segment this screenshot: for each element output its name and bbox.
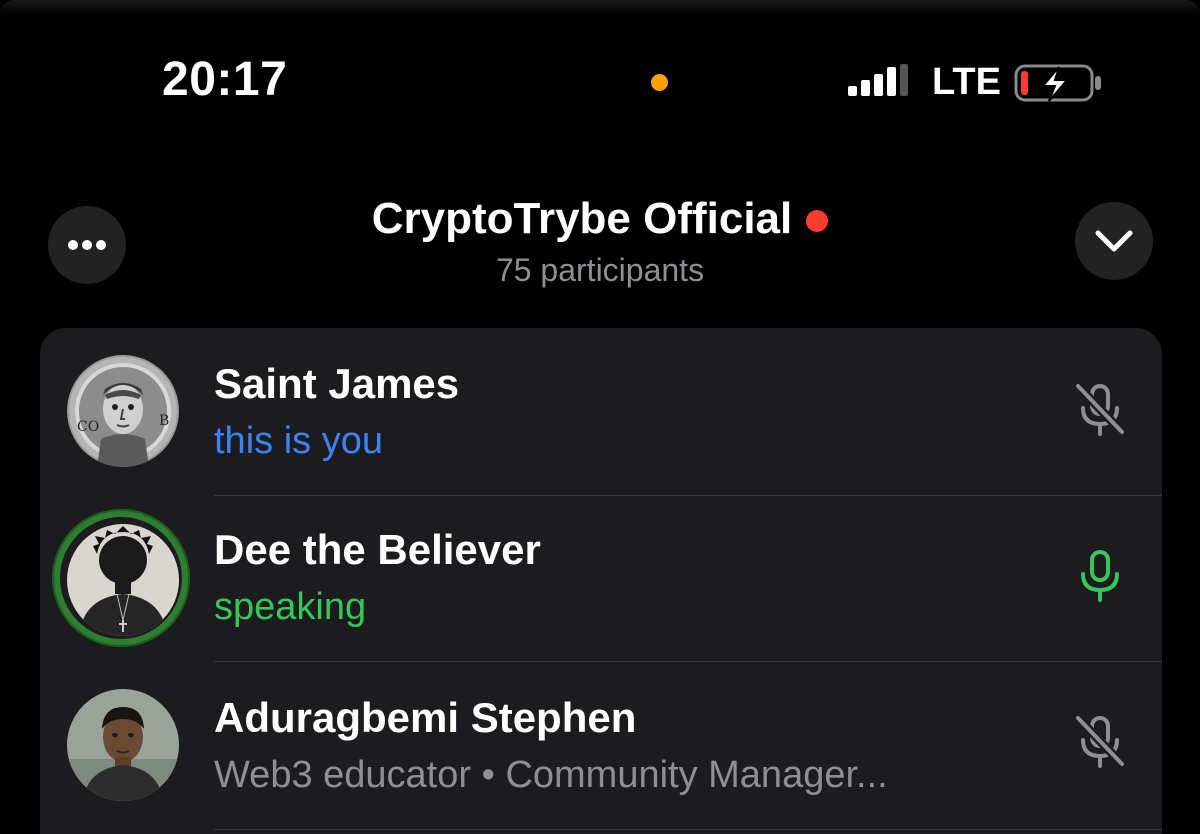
call-title-block: CryptoTrybe Official 75 participants	[200, 194, 1000, 289]
svg-text:B: B	[159, 413, 169, 429]
collapse-button[interactable]	[1075, 202, 1153, 280]
call-title: CryptoTrybe Official	[371, 194, 793, 243]
voice-chat-screen: 20:17 LTE CryptoTrybe Official 75 partic…	[0, 0, 1200, 834]
battery-charging-low-icon	[1014, 64, 1101, 102]
row-divider	[214, 829, 1162, 830]
participant-name: Dee the Believer	[214, 526, 541, 573]
more-options-button[interactable]	[48, 206, 126, 284]
avatar	[67, 524, 179, 636]
portrait-avatar	[67, 689, 179, 801]
ellipsis-icon	[68, 240, 106, 250]
participant-status: speaking	[214, 586, 367, 628]
svg-text:CO: CO	[77, 419, 99, 435]
mic-muted-icon[interactable]	[1070, 380, 1130, 440]
mic-active-icon[interactable]	[1070, 546, 1130, 606]
avatar: CO B	[67, 355, 179, 467]
status-bar: 20:17 LTE	[0, 0, 1200, 160]
mic-muted-icon[interactable]	[1070, 712, 1130, 772]
participant-status: this is you	[214, 420, 383, 462]
call-header: CryptoTrybe Official 75 participants	[0, 180, 1200, 320]
status-time: 20:17	[162, 53, 288, 106]
participants-list: CO B Saint James this is you Dee the Bel…	[40, 328, 1162, 834]
silhouette-avatar	[67, 524, 179, 636]
participant-row[interactable]: CO B Saint James this is you	[40, 328, 1162, 496]
participant-row[interactable]: Dee the Believer speaking	[40, 494, 1162, 662]
network-type-label: LTE	[932, 61, 1001, 103]
participant-name: Aduragbemi Stephen	[214, 694, 637, 741]
participant-row[interactable]: Aduragbemi Stephen Web3 educator • Commu…	[40, 662, 1162, 830]
participants-count: 75 participants	[495, 252, 705, 288]
participant-status: Web3 educator • Community Manager...	[214, 754, 888, 796]
chevron-down-icon	[1095, 230, 1133, 252]
avatar	[67, 689, 179, 801]
privacy-indicator-dot	[651, 74, 668, 91]
mosaic-portrait-avatar: CO B	[67, 355, 179, 467]
participant-name: Saint James	[214, 360, 460, 407]
cellular-signal-icon	[848, 64, 908, 96]
live-indicator-dot	[806, 210, 829, 232]
